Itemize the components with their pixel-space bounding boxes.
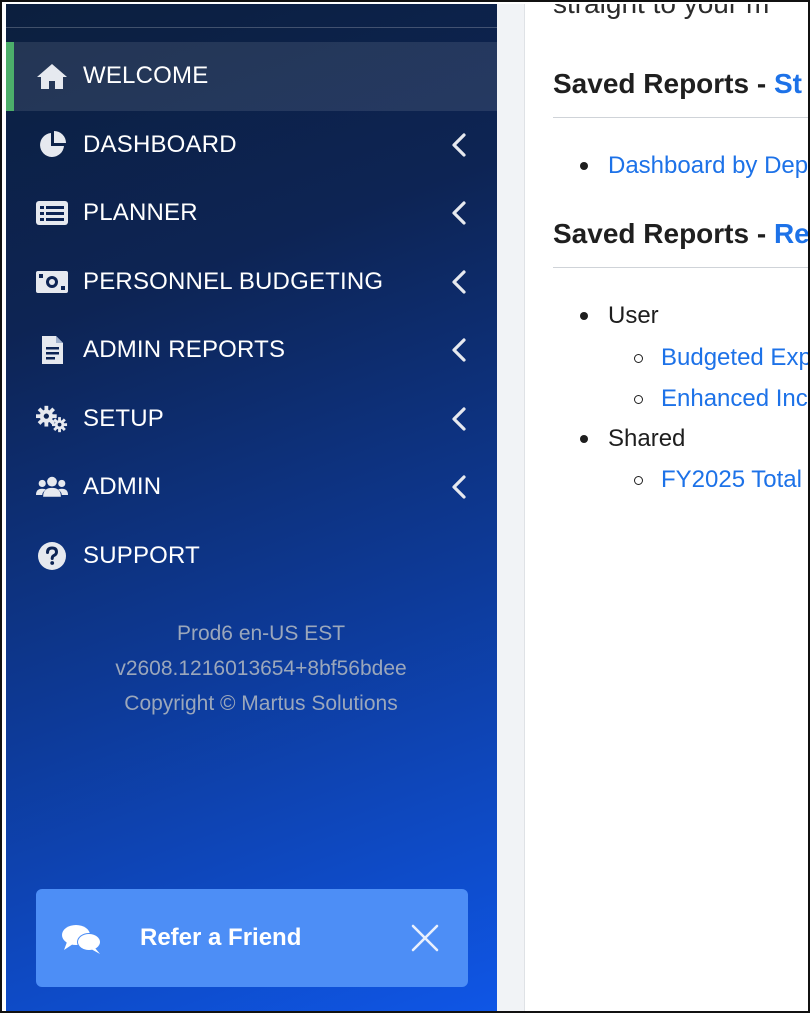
report-link[interactable]: Budgeted Exp — [661, 344, 808, 372]
bullet — [580, 162, 588, 170]
section-heading-link[interactable]: Re — [774, 218, 808, 249]
copyright-text: Copyright © Martus Solutions — [124, 692, 398, 715]
bullet — [580, 312, 588, 320]
list-item: Dashboard by Dep — [580, 152, 808, 180]
sidebar-item-label: SETUP — [83, 404, 165, 432]
sidebar-item-label: WELCOME — [83, 62, 209, 90]
chevron-left-icon[interactable] — [449, 269, 469, 295]
users-icon — [36, 473, 68, 501]
main-content: straight to your m Saved Reports - St Da… — [553, 4, 808, 1011]
refer-a-friend-banner[interactable]: Refer a Friend — [36, 889, 468, 987]
report-link[interactable]: FY2025 Total — [661, 466, 802, 494]
report-icon — [36, 336, 68, 365]
circle-bullet — [634, 394, 643, 404]
money-icon — [36, 268, 68, 296]
sidebar-item-planner[interactable]: PLANNER — [6, 179, 497, 248]
sidebar-item-label: ADMIN — [83, 473, 162, 501]
report-link[interactable]: Dashboard by Dep — [608, 152, 808, 180]
refer-a-friend-label: Refer a Friend — [140, 924, 302, 951]
sidebar-item-label: SUPPORT — [83, 541, 200, 569]
section-divider — [553, 267, 808, 268]
chevron-left-icon[interactable] — [449, 337, 469, 363]
chevron-left-icon[interactable] — [449, 406, 469, 432]
section-heading-saved-reports: Saved Reports - Re — [553, 218, 808, 250]
section-heading-prefix: Saved Reports - — [553, 218, 774, 249]
sidebar-item-label: PLANNER — [83, 199, 198, 227]
pie-chart-icon — [36, 130, 68, 159]
section-divider — [553, 117, 808, 118]
sidebar-item-dashboard[interactable]: DASHBOARD — [6, 111, 497, 180]
list-item: Enhanced Inc — [634, 385, 808, 413]
section-heading-link[interactable]: St — [774, 68, 802, 99]
sidebar-item-welcome[interactable]: WELCOME — [6, 42, 497, 111]
environment-text: Prod6 en-US EST — [176, 622, 346, 645]
gears-icon — [36, 405, 68, 433]
sidebar-item-label: ADMIN REPORTS — [83, 336, 286, 364]
sidebar: WELCOME DASHBOARD PLANNER PERSONNEL BUDG… — [6, 4, 497, 1011]
list-item: Budgeted Exp — [634, 344, 808, 372]
version-text: v2608.1216013654+8bf56bdee — [115, 657, 407, 680]
content-gutter — [497, 4, 525, 1011]
list-item: Shared — [580, 425, 685, 453]
sidebar-item-setup[interactable]: SETUP — [6, 385, 497, 454]
sidebar-nav: WELCOME DASHBOARD PLANNER PERSONNEL BUDG… — [6, 42, 497, 590]
chevron-left-icon[interactable] — [449, 200, 469, 226]
sidebar-divider — [6, 27, 497, 28]
list-item: FY2025 Total — [634, 466, 802, 494]
group-label: User — [608, 302, 659, 329]
sidebar-item-personnel-budgeting[interactable]: PERSONNEL BUDGETING — [6, 248, 497, 317]
group-label: Shared — [608, 425, 686, 452]
close-icon[interactable] — [410, 923, 440, 953]
section-heading-prefix: Saved Reports - — [553, 68, 774, 99]
question-icon — [36, 541, 68, 570]
sidebar-item-admin[interactable]: ADMIN — [6, 453, 497, 522]
report-link[interactable]: Enhanced Inc — [661, 385, 808, 413]
app-window: WELCOME DASHBOARD PLANNER PERSONNEL BUDG… — [0, 0, 810, 1013]
home-icon — [36, 62, 68, 90]
list-icon — [36, 199, 68, 227]
circle-bullet — [634, 475, 643, 485]
sidebar-item-label: DASHBOARD — [83, 130, 237, 158]
sidebar-item-admin-reports[interactable]: ADMIN REPORTS — [6, 316, 497, 385]
list-item: User — [580, 302, 659, 330]
sidebar-item-label: PERSONNEL BUDGETING — [83, 267, 384, 295]
bullet — [580, 435, 588, 443]
sidebar-item-support[interactable]: SUPPORT — [6, 522, 497, 591]
intro-text: straight to your m — [553, 4, 769, 20]
section-heading-saved-reports: Saved Reports - St — [553, 68, 802, 100]
chevron-left-icon[interactable] — [449, 474, 469, 500]
version-info: Prod6 en-US EST v2608.1216013654+8bf56bd… — [6, 616, 497, 721]
chat-bubbles-icon — [62, 925, 101, 954]
circle-bullet — [634, 353, 643, 363]
chevron-left-icon[interactable] — [449, 132, 469, 158]
